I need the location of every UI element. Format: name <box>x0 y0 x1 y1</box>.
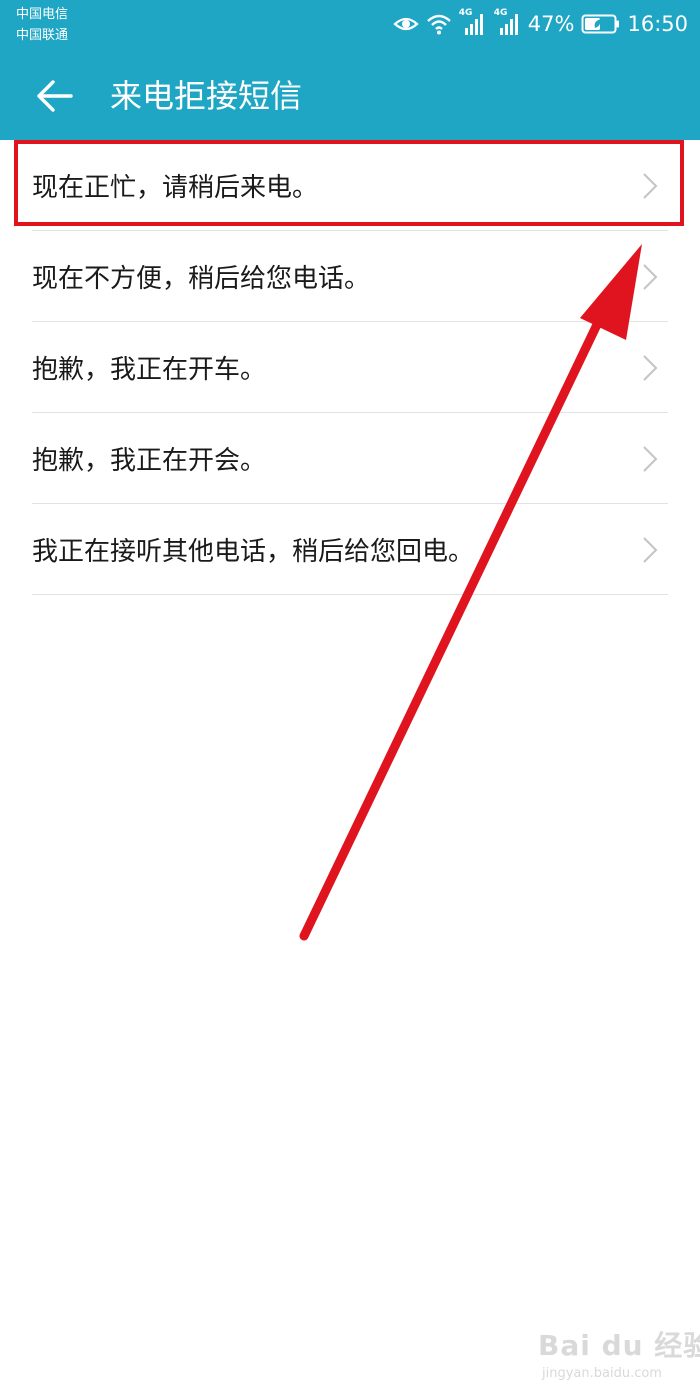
battery-icon <box>581 13 621 35</box>
page-title: 来电拒接短信 <box>110 77 303 115</box>
highlight-box <box>14 140 684 226</box>
chevron-right-icon <box>643 355 658 381</box>
message-item-label: 我正在接听其他电话，稍后给您回电。 <box>32 537 475 567</box>
watermark-logo: Bai du 经验 <box>538 1329 700 1362</box>
message-item-label: 抱歉，我正在开会。 <box>32 446 267 476</box>
carrier-info: 中国电信 中国联通 <box>16 4 68 46</box>
network-type-label: 4G <box>493 8 508 18</box>
message-item-label: 现在不方便，稍后给您电话。 <box>32 264 371 294</box>
carrier-2: 中国联通 <box>16 28 69 43</box>
chevron-right-icon <box>643 537 658 563</box>
carrier-1: 中国电信 <box>16 7 69 22</box>
back-button[interactable] <box>26 72 82 120</box>
message-item[interactable]: 我正在接听其他电话，稍后给您回电。 <box>0 504 700 595</box>
message-item-label: 抱歉，我正在开车。 <box>32 355 267 385</box>
message-item[interactable]: 现在不方便，稍后给您电话。 <box>0 231 700 322</box>
status-icons: 4G 4G 47% 16:50 <box>386 8 688 40</box>
network-type-label: 4G <box>458 8 473 18</box>
chevron-right-icon <box>643 264 658 290</box>
chevron-right-icon <box>643 446 658 472</box>
signal-icon: 4G <box>494 8 522 36</box>
clock: 16:50 <box>627 12 688 36</box>
watermark: Bai du 经验 jingyan.baidu.com <box>532 1316 700 1392</box>
battery-percent: 47% <box>527 12 575 36</box>
app-header: 中国电信 中国联通 4G 4G 47% 16:50 来电拒接短信 <box>0 0 700 140</box>
back-arrow-icon <box>37 80 73 112</box>
signal-icon: 4G <box>459 8 487 36</box>
divider <box>32 594 668 595</box>
message-item[interactable]: 抱歉，我正在开会。 <box>0 413 700 504</box>
eye-comfort-icon <box>393 14 419 34</box>
message-item[interactable]: 抱歉，我正在开车。 <box>0 322 700 413</box>
wifi-icon <box>426 13 452 35</box>
watermark-url: jingyan.baidu.com <box>542 1366 662 1381</box>
